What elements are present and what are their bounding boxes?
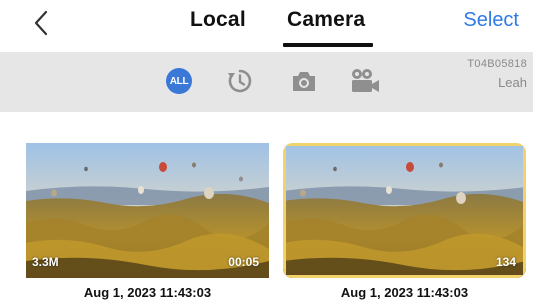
- filter-bar: ALL T04B05818 Leah: [0, 52, 533, 112]
- active-tab-indicator: [283, 43, 373, 47]
- media-thumbnail-video[interactable]: 3.3M 00:05: [26, 143, 269, 278]
- video-camera-icon: [352, 69, 379, 92]
- duration-label: 00:05: [228, 255, 259, 269]
- device-info: T04B05818 Leah: [467, 58, 527, 90]
- landscape-thumbnail: [283, 143, 526, 278]
- filter-video[interactable]: [348, 66, 382, 96]
- tab-local[interactable]: Local: [190, 8, 246, 32]
- media-date: Aug 1, 2023 11:43:03: [340, 285, 469, 300]
- device-name: Leah: [498, 75, 527, 90]
- camera-icon: [293, 72, 315, 91]
- chevron-left-icon: [34, 10, 48, 36]
- header: Local Camera Select: [0, 0, 533, 50]
- filter-all[interactable]: ALL: [162, 66, 196, 96]
- filter-photo[interactable]: [287, 66, 321, 96]
- recent-icon: [228, 69, 252, 93]
- media-date: Aug 1, 2023 11:43:03: [83, 285, 212, 300]
- file-size-label: 3.3M: [32, 255, 59, 269]
- select-button[interactable]: Select: [463, 9, 519, 32]
- filter-recent[interactable]: [223, 66, 257, 96]
- back-button[interactable]: [30, 6, 60, 40]
- tab-camera[interactable]: Camera: [287, 8, 365, 32]
- item-count-label: 134: [495, 255, 516, 269]
- media-thumbnail-folder[interactable]: 134: [283, 143, 526, 278]
- all-icon: ALL: [166, 68, 192, 94]
- device-id: T04B05818: [467, 58, 527, 70]
